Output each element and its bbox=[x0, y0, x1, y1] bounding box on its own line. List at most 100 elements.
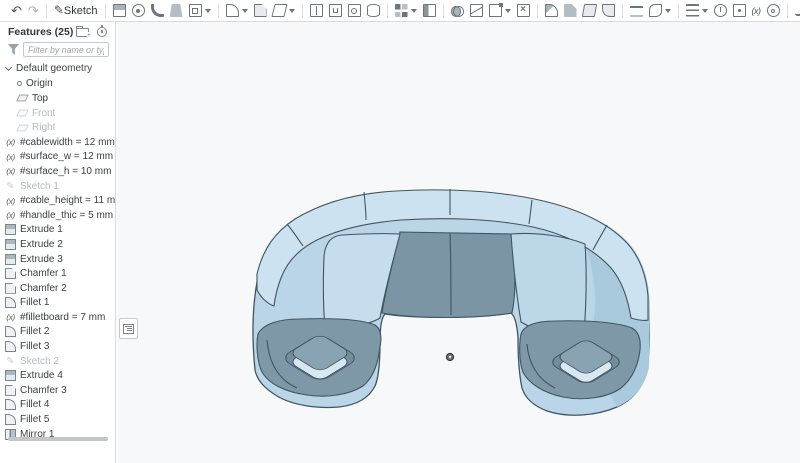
modify-fillet-button[interactable] bbox=[542, 1, 560, 21]
variable-icon: (x) bbox=[5, 137, 16, 148]
feature-fillet-3[interactable]: Fillet 3 bbox=[0, 339, 115, 354]
modify-fillet-icon bbox=[545, 4, 558, 17]
revolve-button[interactable] bbox=[129, 1, 147, 21]
dropdown-caret-icon[interactable] bbox=[702, 9, 708, 13]
feature-variable-handle-thic[interactable]: (x) #handle_thic = 5 mm bbox=[0, 208, 115, 223]
tree-item-top-plane[interactable]: Top bbox=[0, 91, 115, 106]
undo-button[interactable]: ↶ bbox=[9, 1, 25, 21]
origin-icon bbox=[17, 81, 22, 86]
shell-button[interactable] bbox=[326, 1, 344, 21]
dropdown-caret-icon[interactable] bbox=[242, 9, 248, 13]
feature-fillet-5[interactable]: Fillet 5 bbox=[0, 412, 115, 427]
split-icon bbox=[470, 4, 483, 17]
feature-variable-cablewidth[interactable]: (x) #cablewidth = 12 mm bbox=[0, 135, 115, 150]
redo-button[interactable]: ↷ bbox=[25, 1, 41, 21]
mirror-button[interactable] bbox=[420, 1, 438, 21]
frame-button[interactable] bbox=[683, 1, 710, 21]
feature-fillet-1[interactable]: Fillet 1 bbox=[0, 296, 115, 311]
transform-button[interactable] bbox=[486, 1, 513, 21]
cable-holder-model[interactable] bbox=[253, 189, 650, 415]
feature-extrude-4[interactable]: Extrude 4 bbox=[0, 368, 115, 383]
offset-surface-icon bbox=[630, 6, 643, 17]
model-inner-faces[interactable] bbox=[382, 232, 515, 318]
extrude-button[interactable] bbox=[110, 1, 128, 21]
split-button[interactable] bbox=[467, 1, 485, 21]
thicken-button[interactable] bbox=[186, 1, 213, 21]
model-right-column-face[interactable] bbox=[511, 233, 586, 334]
mirror-icon bbox=[423, 4, 436, 17]
draft-button[interactable] bbox=[270, 1, 297, 21]
part-studio-3d-view[interactable] bbox=[117, 22, 800, 463]
tree-item-right-plane[interactable]: Right bbox=[0, 120, 115, 135]
regeneration-time-icon[interactable] bbox=[97, 27, 107, 37]
chevron-down-icon[interactable] bbox=[5, 64, 12, 71]
new-folder-icon[interactable] bbox=[76, 28, 89, 37]
delete-face-icon bbox=[564, 4, 577, 17]
feature-fillet-2[interactable]: Fillet 2 bbox=[0, 325, 115, 340]
tree-item-front-plane[interactable]: Front bbox=[0, 106, 115, 121]
boolean-button[interactable] bbox=[448, 1, 466, 21]
feature-variable-surface-w[interactable]: (x) #surface_w = 12 mm bbox=[0, 150, 115, 165]
replace-face-button[interactable] bbox=[599, 1, 617, 21]
variable-studio-button[interactable] bbox=[764, 1, 782, 21]
dropdown-caret-icon[interactable] bbox=[411, 9, 417, 13]
tree-group-default-geometry[interactable]: Default geometry bbox=[0, 61, 115, 76]
feature-fillet-4[interactable]: Fillet 4 bbox=[0, 398, 115, 413]
chamfer-icon bbox=[5, 385, 16, 396]
redo-icon: ↷ bbox=[28, 4, 39, 17]
feature-chamfer-3[interactable]: Chamfer 3 bbox=[0, 383, 115, 398]
undo-icon: ↶ bbox=[11, 4, 22, 17]
hole-button[interactable] bbox=[345, 1, 363, 21]
sweep-button[interactable] bbox=[148, 1, 166, 21]
thread-button[interactable] bbox=[364, 1, 382, 21]
frame-icon bbox=[686, 4, 699, 17]
origin-point[interactable] bbox=[446, 353, 453, 360]
feature-chamfer-2[interactable]: Chamfer 2 bbox=[0, 281, 115, 296]
rib-button[interactable] bbox=[307, 1, 325, 21]
point-button[interactable] bbox=[730, 1, 748, 21]
model-viewport[interactable] bbox=[117, 22, 800, 463]
linear-pattern-button[interactable] bbox=[392, 1, 419, 21]
filter-funnel-icon bbox=[8, 44, 19, 55]
feature-variable-surface-h[interactable]: (x) #surface_h = 10 mm bbox=[0, 164, 115, 179]
feature-filter-input[interactable] bbox=[23, 42, 109, 57]
fill-surface-button[interactable] bbox=[646, 1, 673, 21]
feature-list-horizontal-scrollbar[interactable] bbox=[8, 437, 108, 441]
feature-list-toggle-button[interactable] bbox=[119, 318, 138, 339]
variable-button[interactable]: (x) bbox=[749, 1, 763, 21]
sketch-button[interactable]: ✎ Sketch bbox=[51, 1, 100, 21]
feature-extrude-3[interactable]: Extrude 3 bbox=[0, 252, 115, 267]
feature-extrude-2[interactable]: Extrude 2 bbox=[0, 237, 115, 252]
delete-face-button[interactable] bbox=[561, 1, 579, 21]
move-face-button[interactable] bbox=[580, 1, 598, 21]
loft-button[interactable] bbox=[167, 1, 185, 21]
feature-variable-cable-height[interactable]: (x) #cable_height = 11 mm bbox=[0, 193, 115, 208]
feature-extrude-1[interactable]: Extrude 1 bbox=[0, 223, 115, 238]
chamfer-icon bbox=[254, 4, 267, 17]
loft-icon bbox=[170, 4, 183, 17]
fillet-icon bbox=[226, 4, 239, 17]
feature-sketch-1[interactable]: ✎ Sketch 1 bbox=[0, 179, 115, 194]
dropdown-caret-icon[interactable] bbox=[289, 9, 295, 13]
feature-chamfer-1[interactable]: Chamfer 1 bbox=[0, 266, 115, 281]
feature-sketch-2[interactable]: ✎ Sketch 2 bbox=[0, 354, 115, 369]
dropdown-caret-icon[interactable] bbox=[205, 9, 211, 13]
plane-icon bbox=[16, 95, 28, 102]
dropdown-caret-icon[interactable] bbox=[665, 9, 671, 13]
curve-menu-button[interactable] bbox=[792, 1, 800, 21]
offset-surface-button[interactable] bbox=[627, 1, 645, 21]
variable-icon: (x) bbox=[5, 166, 16, 177]
variable-icon: (x) bbox=[5, 312, 16, 323]
features-panel-title: Features (25) bbox=[8, 26, 76, 38]
dropdown-caret-icon[interactable] bbox=[505, 9, 511, 13]
extrude-icon bbox=[113, 4, 126, 17]
chamfer-button[interactable] bbox=[251, 1, 269, 21]
variable-icon: (x) bbox=[5, 195, 16, 206]
delete-part-button[interactable] bbox=[514, 1, 532, 21]
features-panel-header: Features (25) bbox=[0, 22, 115, 41]
rib-icon bbox=[310, 4, 323, 17]
feature-variable-filletboard[interactable]: (x) #filletboard = 7 mm bbox=[0, 310, 115, 325]
fillet-button[interactable] bbox=[223, 1, 250, 21]
tree-item-origin[interactable]: Origin bbox=[0, 77, 115, 92]
helix-button[interactable] bbox=[711, 1, 729, 21]
